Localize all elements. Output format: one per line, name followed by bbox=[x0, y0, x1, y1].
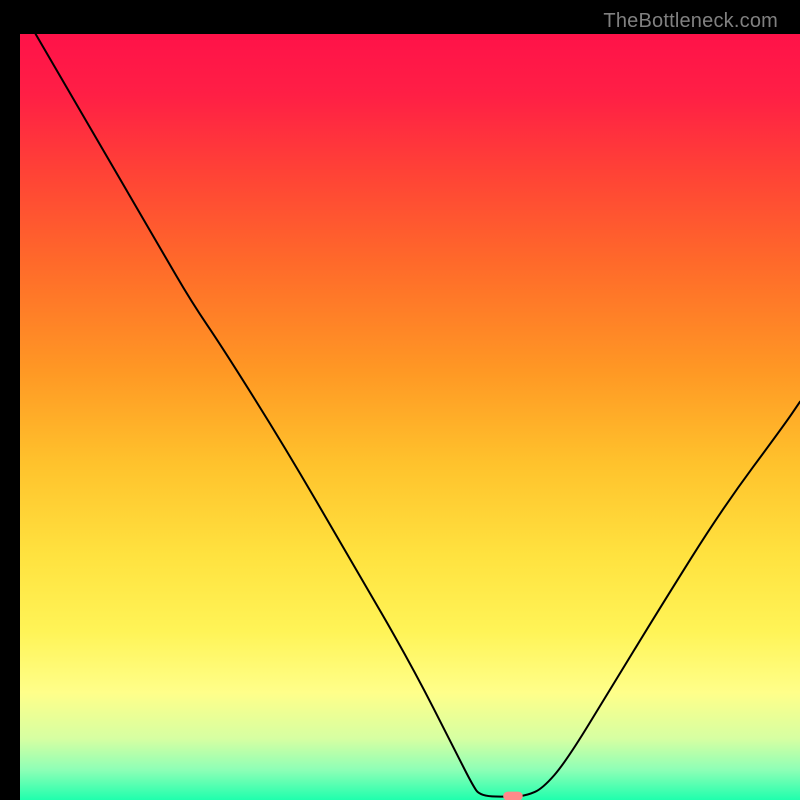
chart-frame: TheBottleneck.com bbox=[10, 10, 790, 790]
optimum-marker bbox=[503, 792, 522, 800]
chart-background bbox=[20, 34, 800, 800]
bottleneck-chart bbox=[20, 34, 800, 800]
attribution-label: TheBottleneck.com bbox=[603, 10, 778, 33]
